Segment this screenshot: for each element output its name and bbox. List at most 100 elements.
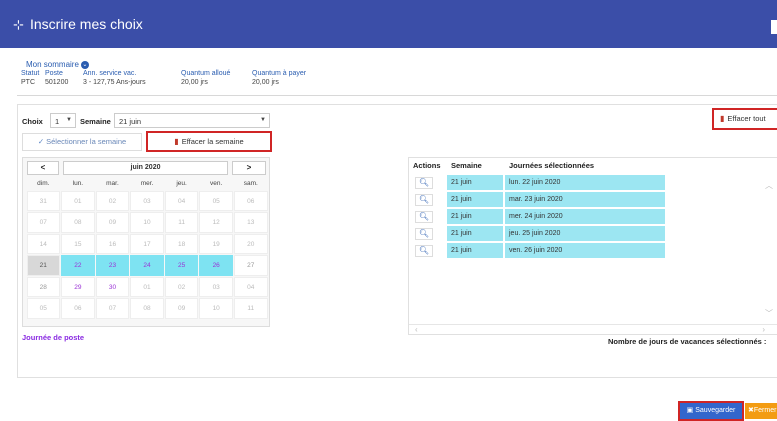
clear-all-button[interactable]: ▮ Effacer tout [712, 108, 777, 130]
weekday: sam. [243, 180, 258, 187]
save-button[interactable]: ▣ Sauvegarder [678, 401, 744, 421]
calendar-day[interactable]: 11 [233, 298, 268, 319]
calendar-week-selected: 21 22 23 24 25 26 27 [26, 255, 268, 277]
search-icon[interactable]: 🔍︎ [415, 177, 433, 189]
calendar-day-selected[interactable]: 24 [130, 255, 164, 276]
selected-count-label: Nombre de jours de vacances sélectionnés… [608, 337, 767, 346]
weekday: mer. [140, 180, 154, 187]
calendar-day[interactable]: 18 [164, 233, 199, 254]
calendar-prev-button[interactable]: < [27, 161, 59, 175]
summary-bar: Mon sommaire ⌄ Statut PTC Poste 501200 Ann.… [17, 60, 777, 96]
calendar-day[interactable]: 10 [199, 298, 233, 319]
summary-toggle[interactable]: Mon sommaire ⌄ [26, 60, 89, 69]
horizontal-scrollbar[interactable]: ‹ › [409, 324, 777, 334]
table-row: 🔍︎ 21 juin mar. 23 juin 2020 [409, 192, 777, 207]
calendar-day-selected[interactable]: 22 [61, 255, 95, 276]
calendar-day-selected[interactable]: 25 [164, 255, 199, 276]
calendar-day[interactable]: 02 [95, 190, 130, 211]
calendar-day[interactable]: 08 [61, 212, 95, 233]
close-button[interactable]: ✖Fermer [745, 403, 777, 419]
calendar-day[interactable]: 06 [233, 190, 268, 211]
calendar-day[interactable]: 06 [61, 298, 95, 319]
selected-days-table: Actions Semaine Journées sélectionnées 🔍… [408, 157, 777, 335]
calendar-day[interactable]: 10 [130, 212, 164, 233]
calendar-day[interactable]: 07 [95, 298, 130, 319]
calendar-day[interactable]: 05 [199, 190, 233, 211]
calendar-legend: Journée de poste [22, 333, 85, 342]
calendar-day[interactable]: 28 [26, 276, 61, 297]
calendar-day[interactable]: 01 [61, 190, 95, 211]
calendar-day[interactable]: 01 [130, 276, 164, 297]
summary-link-label: Mon sommaire [26, 60, 79, 69]
calendar-day[interactable]: 16 [95, 233, 130, 254]
calendar-day[interactable]: 31 [26, 190, 61, 211]
trash-icon: ▮ [174, 137, 179, 146]
search-icon[interactable]: 🔍︎ [415, 245, 433, 257]
clear-week-button[interactable]: ▮ Effacer la semaine [146, 131, 272, 152]
scroll-up-icon[interactable]: ︿ [765, 180, 773, 191]
calendar-day[interactable]: 03 [130, 190, 164, 211]
calendar-day[interactable]: 07 [26, 212, 61, 233]
calendar-day-selected[interactable]: 26 [199, 255, 233, 276]
save-icon: ▣ [686, 407, 696, 414]
calendar-day[interactable]: 02 [164, 276, 199, 297]
semaine-select[interactable]: 21 juin ▼ [114, 113, 270, 128]
calendar-day[interactable]: 21 [26, 255, 61, 276]
search-icon[interactable]: 🔍︎ [415, 194, 433, 206]
calendar-month[interactable]: juin 2020 [63, 161, 228, 175]
calendar-grid: dim. lun. mar. mer. jeu. ven. sam. 31 01 02 03 04 0… [26, 178, 268, 319]
calendar-day[interactable]: 20 [233, 233, 268, 254]
calendar-day-selected[interactable]: 23 [95, 255, 130, 276]
summary-anciennete: Ann. service vac. 3 - 127,75 Ans-jours [83, 70, 146, 86]
scroll-left-icon[interactable]: ‹ [415, 325, 418, 334]
calendar-day[interactable]: 08 [130, 298, 164, 319]
caret-down-icon: ▼ [260, 117, 266, 123]
weekday: jeu. [176, 180, 187, 187]
calendar-day[interactable]: 09 [95, 212, 130, 233]
calendar-day[interactable]: 09 [164, 298, 199, 319]
calendar-day[interactable]: 05 [26, 298, 61, 319]
col-journees: Journées sélectionnées [509, 161, 595, 170]
calendar-week: 31 01 02 03 04 05 06 [26, 190, 268, 212]
calendar-day[interactable]: 17 [130, 233, 164, 254]
table-row: 🔍︎ 21 juin jeu. 25 juin 2020 [409, 226, 777, 241]
calendar-day[interactable]: 14 [26, 233, 61, 254]
calendar-week: 05 06 07 08 09 10 11 [26, 298, 268, 320]
calendar-week: 07 08 09 10 11 12 13 [26, 212, 268, 234]
calendar: < juin 2020 > dim. lun. mar. mer. jeu. ven. sa… [22, 157, 270, 327]
calendar-day[interactable]: 12 [199, 212, 233, 233]
calendar-day[interactable]: 27 [233, 255, 268, 276]
calendar-day[interactable]: 04 [233, 276, 268, 297]
scroll-down-icon[interactable]: ﹀ [765, 308, 773, 319]
caret-down-icon: ▼ [66, 117, 72, 123]
week-actions: ✓ Sélectionner la semaine ▮ Effacer la sem… [22, 131, 272, 152]
weekday: lun. [72, 180, 84, 187]
page-title: Inscrire mes choix [30, 16, 143, 32]
calendar-day-workday[interactable]: 29 [61, 276, 95, 297]
weekday: ven. [210, 180, 223, 187]
scroll-right-icon[interactable]: › [762, 325, 765, 334]
check-icon: ✓ [37, 137, 45, 146]
calendar-day[interactable]: 13 [233, 212, 268, 233]
trash-icon: ▮ [720, 114, 725, 123]
calendar-next-button[interactable]: > [232, 161, 266, 175]
calendar-week: 28 29 30 01 02 03 04 [26, 276, 268, 298]
search-icon[interactable]: 🔍︎ [415, 211, 433, 223]
calendar-week: 14 15 16 17 18 19 20 [26, 233, 268, 255]
calendar-day[interactable]: 04 [164, 190, 199, 211]
calendar-day[interactable]: 19 [199, 233, 233, 254]
search-icon[interactable]: 🔍︎ [415, 228, 433, 240]
header-corner [771, 20, 777, 34]
choix-select[interactable]: 1 ▼ [50, 113, 76, 128]
weekday: dim. [37, 180, 50, 187]
calendar-day-workday[interactable]: 30 [95, 276, 130, 297]
calendar-day[interactable]: 11 [164, 212, 199, 233]
calendar-day[interactable]: 03 [199, 276, 233, 297]
col-actions: Actions [413, 161, 441, 170]
select-week-button[interactable]: ✓ Sélectionner la semaine [22, 133, 142, 151]
table-row: 🔍︎ 21 juin ven. 26 juin 2020 [409, 243, 777, 258]
col-semaine: Semaine [451, 161, 482, 170]
calendar-weekdays: dim. lun. mar. mer. jeu. ven. sam. [26, 178, 268, 190]
calendar-plus-icon: ⊹ [13, 17, 24, 32]
calendar-day[interactable]: 15 [61, 233, 95, 254]
